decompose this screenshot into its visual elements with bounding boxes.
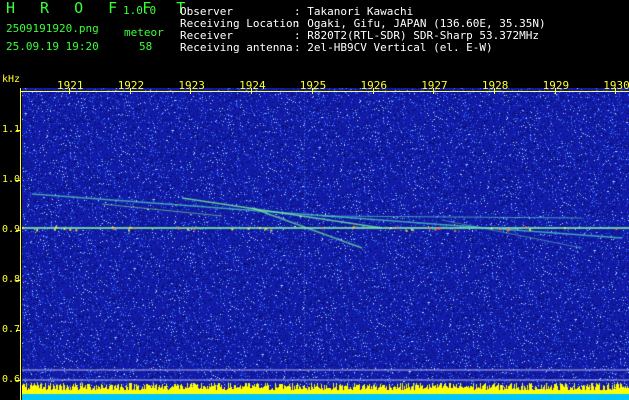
y-tick-mark [16, 330, 21, 331]
x-tick-label: 1922 [117, 79, 145, 92]
antenna-value: : 2el-HB9CV Vertical (el. E-W) [294, 41, 493, 54]
x-tick-label: 1921 [57, 79, 84, 92]
y-tick-mark [16, 180, 21, 181]
x-tick-mark [129, 88, 131, 94]
x-tick-label: 1926 [360, 79, 388, 92]
x-tick-label: 1925 [299, 79, 327, 92]
x-tick-label: 1923 [178, 79, 205, 92]
app-logo: H R O F F T [6, 0, 194, 17]
x-tick-label: 1924 [239, 79, 266, 92]
y-tick-mark [16, 380, 21, 381]
x-tick-mark [615, 88, 617, 94]
x-tick-label: 1929 [542, 79, 570, 92]
y-tick-mark [16, 230, 21, 231]
header-panel: H R O F F T 1.0.0 2509191920.png meteor … [0, 0, 629, 74]
spectrogram-canvas [22, 88, 629, 400]
file-name: 2509191920.png [6, 22, 99, 35]
x-tick-label: 1927 [421, 79, 448, 92]
y-tick-mark [16, 280, 21, 281]
x-tick-mark [251, 88, 253, 94]
antenna-label: Receiving antenna [180, 41, 293, 54]
meteor-label: meteor [124, 26, 164, 39]
x-tick-mark [433, 88, 435, 94]
y-axis-line [20, 88, 21, 400]
x-tick-mark [69, 88, 70, 94]
meteor-count: 58 [139, 40, 153, 53]
x-tick-mark [493, 88, 495, 94]
x-tick-mark [311, 88, 313, 94]
x-tick-mark [554, 88, 556, 94]
file-timestamp: 25.09.19 19:20 [6, 40, 99, 53]
y-axis-unit: kHz [2, 74, 21, 85]
x-tick-mark [190, 88, 192, 94]
x-tick-mark [372, 88, 374, 94]
y-tick-mark [16, 130, 21, 131]
x-tick-label: 1928 [481, 79, 509, 92]
app-version: 1.0.0 [123, 4, 157, 17]
